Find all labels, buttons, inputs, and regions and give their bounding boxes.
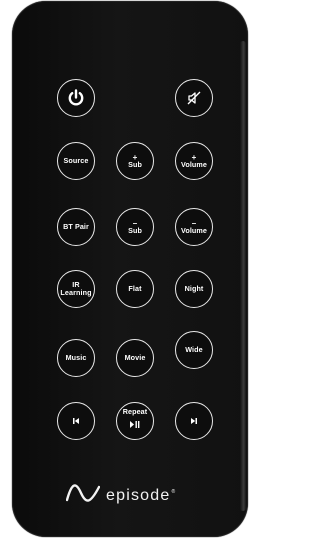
volume-up-button[interactable]: + Volume (175, 142, 213, 180)
ir-learning-label-line2: Learning (60, 288, 92, 297)
sub-up-button[interactable]: + Sub (116, 142, 154, 180)
skip-next-icon (189, 416, 199, 426)
sub-down-button[interactable]: – Sub (116, 208, 154, 246)
bt-pair-button[interactable]: BT Pair (57, 208, 95, 246)
skip-previous-icon (71, 416, 81, 426)
remote-body: Source + Sub + Volume BT Pair – Sub – Vo… (12, 1, 248, 537)
ir-learning-button[interactable]: IR Learning (57, 270, 95, 308)
music-label: Music (65, 353, 87, 362)
brand-name-text: episode (106, 486, 171, 504)
night-button[interactable]: Night (175, 270, 213, 308)
registered-mark: ® (171, 489, 177, 496)
brand-logo: episode® (65, 483, 176, 508)
sub-down-label: Sub (128, 225, 142, 235)
remote-edge-highlight (240, 41, 246, 511)
bt-pair-label: BT Pair (63, 222, 89, 231)
repeat-label: Repeat (122, 407, 148, 416)
movie-button[interactable]: Movie (116, 339, 154, 377)
brand-name: episode® (106, 487, 176, 505)
sub-up-label: Sub (128, 159, 142, 169)
remote-control-image: Source + Sub + Volume BT Pair – Sub – Vo… (0, 0, 251, 540)
music-button[interactable]: Music (57, 339, 95, 377)
wide-label: Wide (185, 345, 203, 354)
wave-logo-icon (65, 483, 101, 508)
power-icon (66, 88, 86, 108)
speaker-mute-icon (186, 90, 202, 106)
wide-button[interactable]: Wide (175, 331, 213, 369)
source-button[interactable]: Source (57, 142, 95, 180)
repeat-play-pause-button[interactable]: Repeat (116, 402, 154, 440)
volume-down-label: Volume (180, 225, 208, 235)
power-button[interactable] (57, 79, 95, 117)
next-button[interactable] (175, 402, 213, 440)
mute-button[interactable] (175, 79, 213, 117)
flat-button[interactable]: Flat (116, 270, 154, 308)
volume-up-label: Volume (180, 159, 208, 169)
flat-label: Flat (128, 284, 142, 293)
previous-button[interactable] (57, 402, 95, 440)
source-label: Source (63, 156, 89, 165)
play-pause-icon (129, 416, 141, 434)
volume-down-button[interactable]: – Volume (175, 208, 213, 246)
movie-label: Movie (124, 353, 146, 362)
night-label: Night (184, 284, 204, 293)
